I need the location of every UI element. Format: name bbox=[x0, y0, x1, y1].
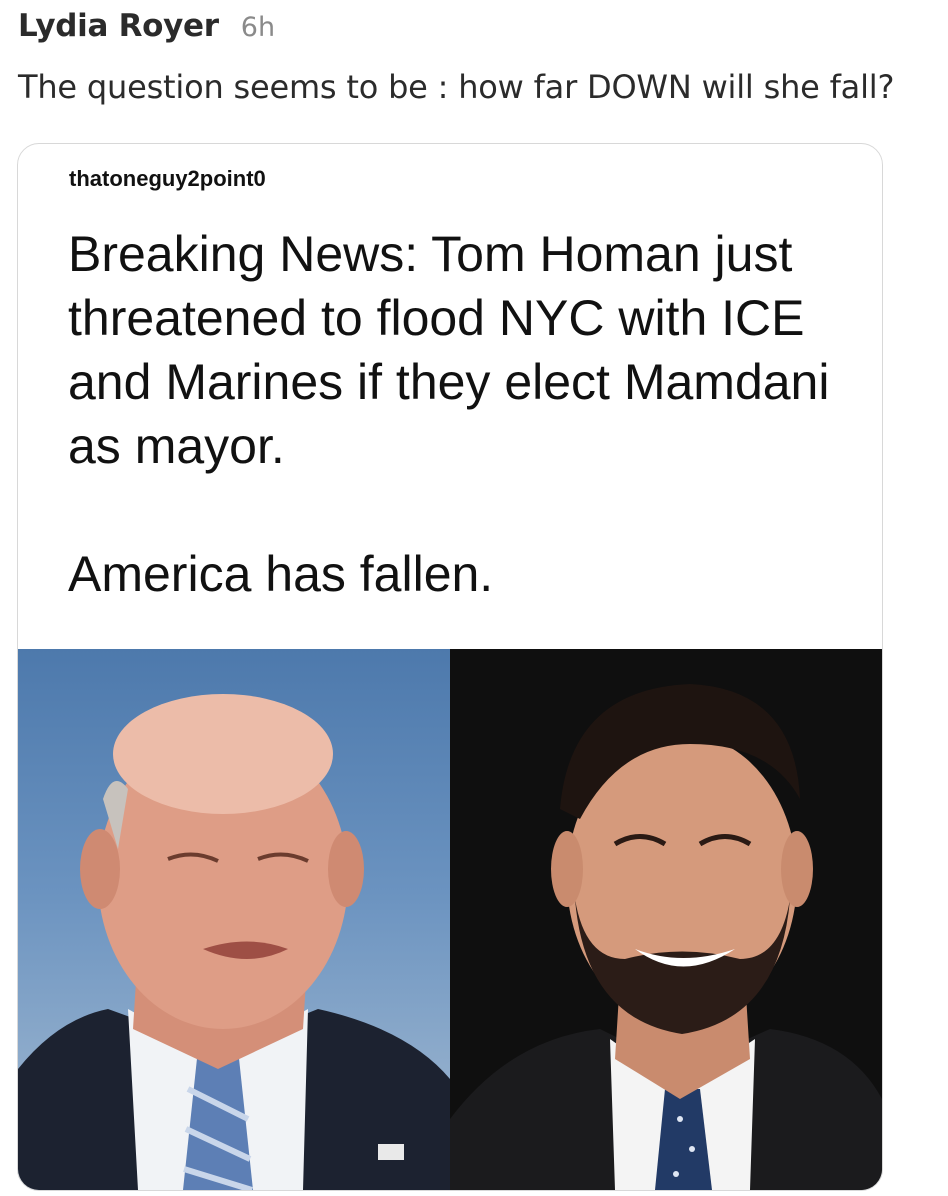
comment-text: The question seems to be : how far DOWN … bbox=[18, 68, 895, 106]
comment-timestamp[interactable]: 6h bbox=[241, 12, 275, 43]
comment-author[interactable]: Lydia Royer bbox=[18, 8, 219, 44]
post-username: thatoneguy2point0 bbox=[69, 166, 266, 191]
photo-right-younger-man bbox=[450, 649, 882, 1190]
post-paragraph-2: America has fallen. bbox=[68, 546, 494, 602]
post-paragraph-1: Breaking News: Tom Homan just threatened… bbox=[68, 226, 830, 474]
comment-header: Lydia Royer 6h bbox=[18, 8, 275, 44]
photo-left-older-man bbox=[18, 649, 450, 1190]
shared-image-card[interactable]: thatoneguy2point0 Breaking News: Tom Hom… bbox=[17, 143, 883, 1191]
post-text: Breaking News: Tom Homan just threatened… bbox=[68, 222, 858, 606]
post-photo-collage bbox=[18, 649, 882, 1190]
